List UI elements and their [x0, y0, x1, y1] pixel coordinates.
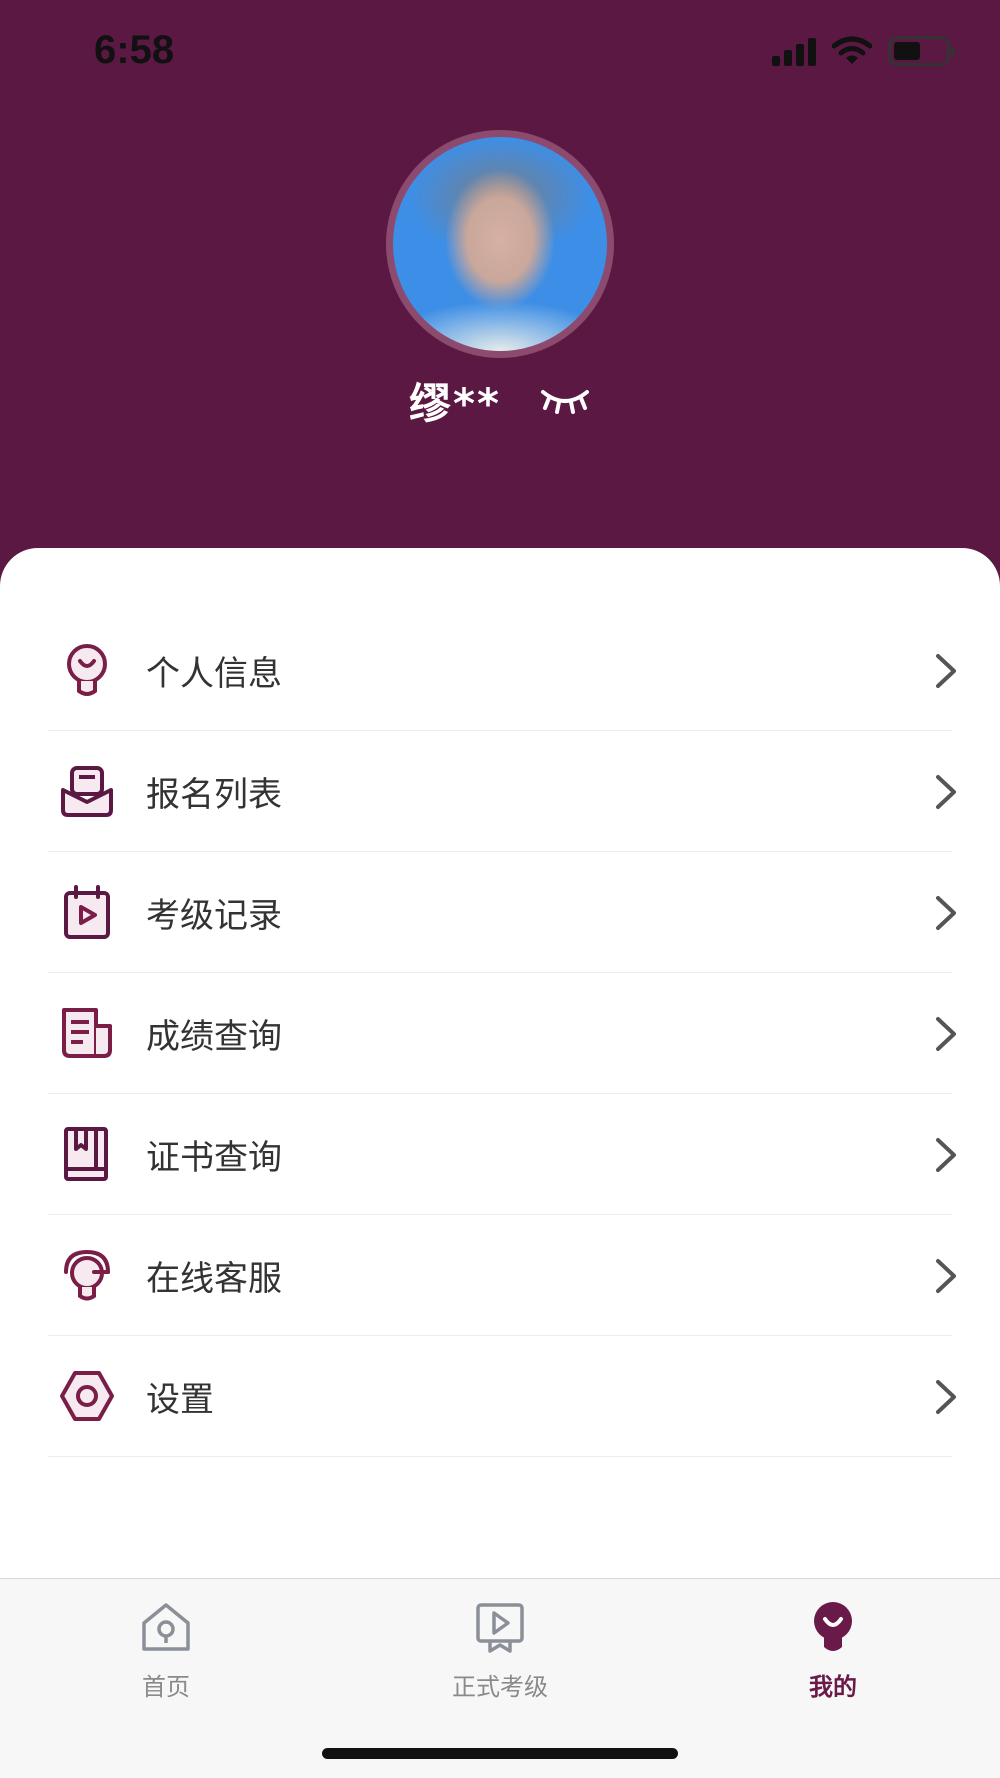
profile-header: 6:58 缪** [0, 0, 1000, 600]
tab-home[interactable]: 首页 [66, 1599, 266, 1702]
menu-item-personal-info[interactable]: 个人信息 [48, 610, 956, 731]
menu-list: 个人信息 报名列表 考级记录 成绩查询 证书查询 在线客服 设置 [48, 610, 956, 1457]
chevron-right-icon [936, 654, 956, 688]
user-name: 缪** [409, 379, 501, 428]
video-exam-icon [476, 1603, 524, 1653]
tab-label: 我的 [809, 1673, 857, 1701]
tab-formal-exam[interactable]: 正式考级 [400, 1599, 600, 1702]
menu-label: 报名列表 [146, 774, 282, 815]
book-icon [56, 1123, 118, 1185]
avatar[interactable] [386, 130, 614, 358]
profile-icon [814, 1602, 852, 1651]
status-icons [772, 36, 955, 66]
chevron-right-icon [936, 896, 956, 930]
menu-label: 考级记录 [146, 895, 282, 936]
menu-item-online-support[interactable]: 在线客服 [48, 1215, 956, 1336]
status-bar: 6:58 [0, 0, 1000, 110]
menu-label: 设置 [146, 1379, 214, 1420]
name-row: 缪** [0, 370, 1000, 431]
document-icon [56, 1002, 118, 1064]
tab-label: 首页 [142, 1673, 190, 1701]
chevron-right-icon [936, 775, 956, 809]
user-bulb-icon [56, 639, 118, 701]
menu-item-certificate-query[interactable]: 证书查询 [48, 1094, 956, 1215]
settings-icon [56, 1365, 118, 1427]
chevron-right-icon [936, 1380, 956, 1414]
menu-label: 证书查询 [146, 1137, 282, 1178]
eye-closed-icon[interactable] [539, 386, 591, 416]
home-icon [142, 1603, 190, 1651]
menu-label: 个人信息 [146, 653, 282, 694]
cellular-signal-icon [772, 36, 816, 66]
chevron-right-icon [936, 1138, 956, 1172]
status-time: 6:58 [94, 28, 175, 72]
battery-icon [888, 36, 955, 66]
menu-item-score-query[interactable]: 成绩查询 [48, 973, 956, 1094]
menu-item-settings[interactable]: 设置 [48, 1336, 956, 1457]
tab-label: 正式考级 [452, 1673, 548, 1701]
wifi-icon [832, 36, 872, 64]
menu-label: 在线客服 [146, 1258, 282, 1299]
home-indicator[interactable] [322, 1748, 678, 1759]
chevron-right-icon [936, 1017, 956, 1051]
menu-item-exam-records[interactable]: 考级记录 [48, 852, 956, 973]
menu-label: 成绩查询 [146, 1016, 282, 1057]
chevron-right-icon [936, 1259, 956, 1293]
menu-item-registration-list[interactable]: 报名列表 [48, 731, 956, 852]
headset-icon [56, 1244, 118, 1306]
calendar-play-icon [56, 881, 118, 943]
tab-mine[interactable]: 我的 [733, 1599, 933, 1702]
menu-card: 个人信息 报名列表 考级记录 成绩查询 证书查询 在线客服 设置 [0, 548, 1000, 1578]
envelope-list-icon [56, 760, 118, 822]
